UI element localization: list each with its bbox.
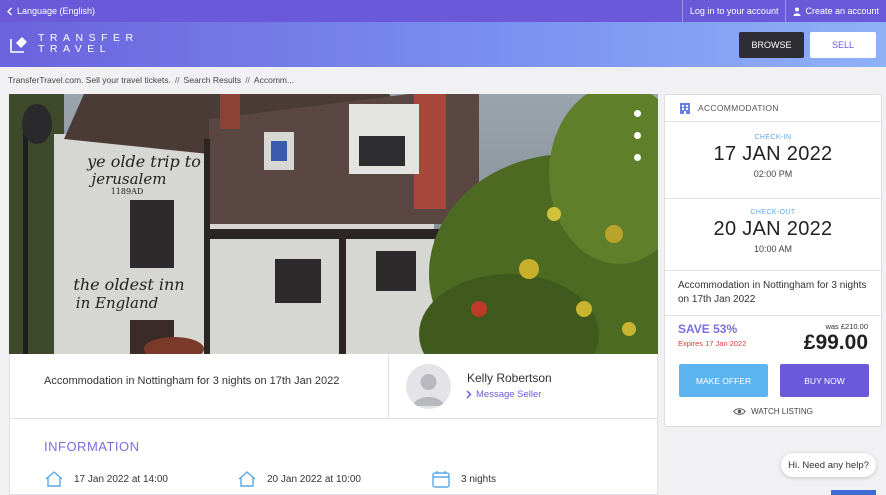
breadcrumb-separator: // [174, 75, 180, 85]
chat-bubble[interactable]: Hi. Need any help? [781, 453, 876, 477]
logo-line-2: TRAVEL [38, 43, 112, 55]
watch-listing-link[interactable]: WATCH LISTING [665, 407, 881, 416]
login-link[interactable]: Log in to your account [681, 0, 786, 22]
top-bar: Language (English) Log in to your accoun… [0, 0, 886, 22]
divider [665, 315, 881, 316]
current-price: £99.00 [803, 331, 868, 354]
building-icon [680, 103, 690, 114]
checkout-label: CHECK-OUT [750, 209, 796, 216]
checkin-date: 17 JAN 2022 [713, 143, 833, 165]
breadcrumb: TransferTravel.com. Sell your travel tic… [8, 75, 294, 85]
avatar-placeholder-icon [413, 374, 444, 406]
chevron-left-icon [7, 7, 12, 15]
checkin-info-text: 17 Jan 2022 at 14:00 [74, 473, 168, 485]
sign-line-1: ye olde trip to [86, 152, 201, 171]
watch-listing-label: WATCH LISTING [751, 407, 813, 416]
language-label: Language (English) [17, 6, 96, 16]
sign-line-4: in England [76, 294, 158, 312]
divider [10, 418, 657, 419]
sell-button[interactable]: SELL [810, 32, 876, 58]
ticket-logo-icon [10, 37, 27, 53]
checkout-date: 20 JAN 2022 [713, 218, 833, 240]
eye-icon [733, 408, 746, 415]
checkin-section: CHECK-IN 17 JAN 2022 02:00 PM [665, 134, 881, 179]
breadcrumb-results[interactable]: Search Results [184, 75, 242, 85]
booking-card: ACCOMMODATION CHECK-IN 17 JAN 2022 02:00… [664, 94, 882, 427]
original-price: was £210.00 [825, 322, 868, 331]
language-selector[interactable]: Language (English) [6, 6, 95, 16]
inn-photo-illustration: ye olde trip to jerusalem 1189AD the old… [9, 94, 658, 354]
listing-photo[interactable]: ye olde trip to jerusalem 1189AD the old… [9, 94, 658, 354]
card-header: ACCOMMODATION [665, 95, 881, 122]
browse-button[interactable]: BROWSE [739, 32, 804, 58]
seller-avatar[interactable] [406, 364, 451, 409]
user-icon [793, 7, 801, 16]
message-seller-link[interactable]: Message Seller [466, 389, 541, 400]
card-description: Accommodation in Nottingham for 3 nights… [678, 280, 867, 305]
divider [388, 354, 389, 418]
expiry-date: Expires 17 Jan 2022 [678, 339, 747, 348]
breadcrumb-separator: // [245, 75, 250, 85]
divider [665, 270, 881, 271]
seller-name: Kelly Robertson [467, 371, 552, 385]
checkout-section: CHECK-OUT 20 JAN 2022 10:00 AM [665, 209, 881, 254]
sign-line-2: jerusalem [89, 170, 167, 188]
home-icon [238, 471, 256, 487]
calendar-icon [432, 471, 450, 488]
login-label: Log in to your account [689, 6, 779, 16]
sign-year: 1189AD [111, 187, 144, 196]
information-heading: INFORMATION [44, 439, 140, 454]
checkin-label: CHECK-IN [754, 134, 792, 141]
listing-title: Accommodation in Nottingham for 3 nights… [44, 375, 340, 387]
checkin-time: 02:00 PM [753, 169, 793, 179]
carousel-dot[interactable] [634, 132, 641, 139]
create-account-label: Create an account [805, 6, 879, 16]
make-offer-button[interactable]: MAKE OFFER [679, 364, 768, 397]
site-logo[interactable]: TRANSFER TRAVEL [8, 33, 139, 55]
sign-line-3: the oldest inn [73, 275, 184, 294]
chat-launcher[interactable] [831, 490, 876, 495]
chevron-right-icon [466, 390, 472, 399]
checkin-info: 17 Jan 2022 at 14:00 [44, 470, 168, 488]
buy-now-button[interactable]: BUY NOW [780, 364, 869, 397]
checkout-time: 10:00 AM [753, 244, 793, 254]
checkout-info-text: 20 Jan 2022 at 10:00 [267, 473, 361, 485]
card-heading: ACCOMMODATION [698, 103, 779, 113]
nights-text: 3 nights [461, 473, 497, 485]
breadcrumb-current: Accomm... [253, 75, 295, 85]
carousel-dot[interactable] [634, 154, 641, 161]
message-seller-label: Message Seller [476, 389, 542, 400]
listing-details-panel: Accommodation in Nottingham for 3 nights… [9, 354, 658, 495]
carousel-dot[interactable] [634, 110, 641, 117]
nights-info: 3 nights [431, 470, 496, 488]
home-icon [45, 471, 63, 487]
checkout-info: 20 Jan 2022 at 10:00 [237, 470, 361, 488]
breadcrumb-home[interactable]: TransferTravel.com. Sell your travel tic… [8, 75, 171, 85]
divider [665, 198, 881, 199]
photo-carousel-dots [634, 110, 641, 161]
save-percentage: SAVE 53% [678, 322, 738, 336]
create-account-link[interactable]: Create an account [785, 0, 886, 22]
